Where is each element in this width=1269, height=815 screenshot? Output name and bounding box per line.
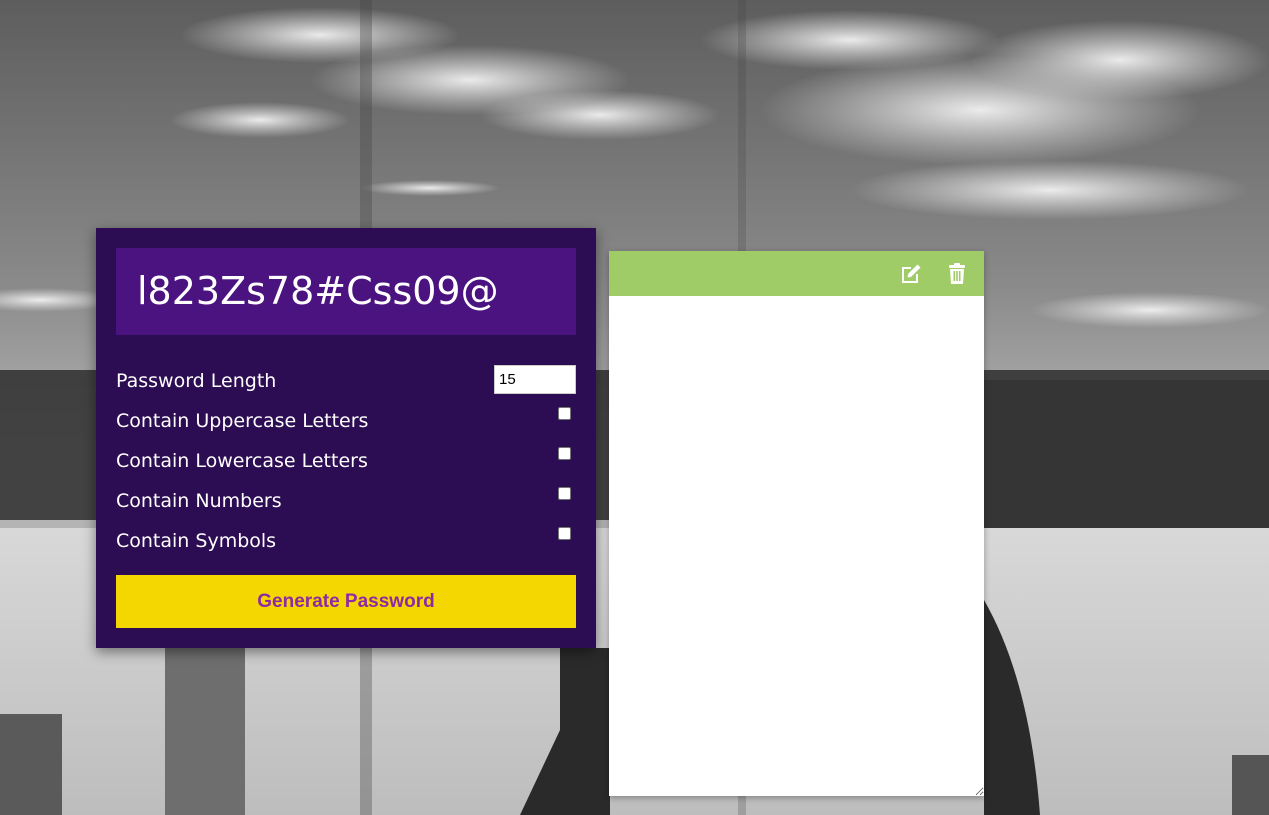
setting-lowercase: Contain Lowercase Letters: [116, 446, 576, 476]
symbols-checkbox[interactable]: [558, 527, 571, 540]
setting-length: Password Length: [116, 365, 576, 396]
numbers-label: Contain Numbers: [116, 490, 282, 512]
password-generator-card: l823Zs78#Css09@ Password Length Contain …: [96, 228, 596, 648]
setting-uppercase: Contain Uppercase Letters: [116, 406, 576, 436]
length-label: Password Length: [116, 370, 277, 392]
note-textarea[interactable]: [609, 296, 984, 796]
uppercase-checkbox[interactable]: [558, 407, 571, 420]
lowercase-label: Contain Lowercase Letters: [116, 450, 368, 472]
numbers-checkbox[interactable]: [558, 487, 571, 500]
note-card: [609, 251, 984, 796]
setting-numbers: Contain Numbers: [116, 486, 576, 516]
password-result[interactable]: l823Zs78#Css09@: [116, 248, 576, 335]
symbols-label: Contain Symbols: [116, 530, 277, 552]
edit-icon[interactable]: [899, 262, 923, 286]
length-input[interactable]: [494, 365, 576, 394]
trash-icon[interactable]: [945, 262, 969, 286]
uppercase-label: Contain Uppercase Letters: [116, 410, 369, 432]
note-header: [609, 251, 984, 296]
generate-password-button[interactable]: Generate Password: [116, 575, 576, 628]
setting-symbols: Contain Symbols: [116, 526, 576, 556]
lowercase-checkbox[interactable]: [558, 447, 571, 460]
